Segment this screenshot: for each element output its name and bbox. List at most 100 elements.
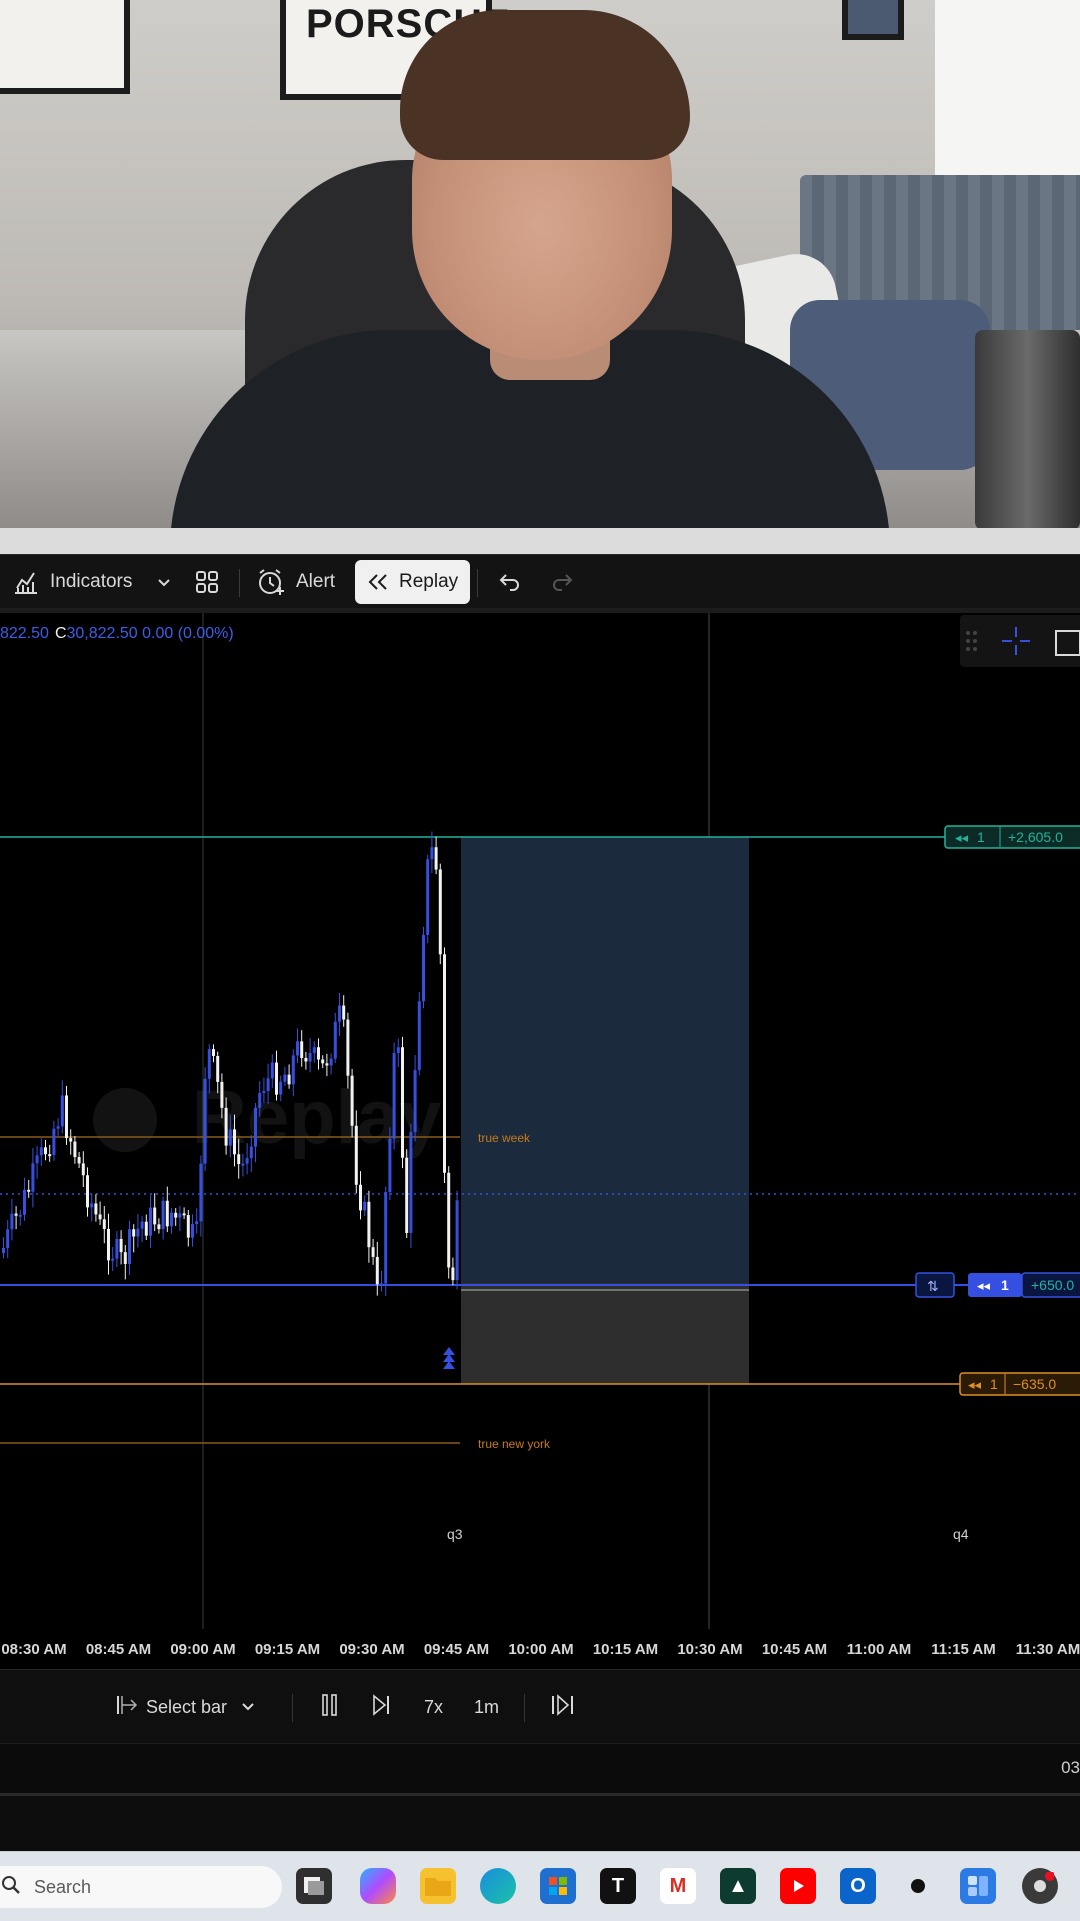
candle-body bbox=[401, 1047, 404, 1158]
rectangle-tool-icon[interactable] bbox=[1052, 627, 1080, 662]
time-axis-label: 09:00 AM bbox=[170, 1641, 236, 1658]
drag-handle-icon[interactable] bbox=[964, 629, 980, 658]
date-readout: 03 bbox=[1061, 1758, 1080, 1777]
speed-button[interactable]: 7x bbox=[424, 1670, 443, 1744]
candle-body bbox=[203, 1078, 207, 1164]
widgets-icon[interactable] bbox=[960, 1868, 996, 1904]
pause-button[interactable] bbox=[320, 1670, 340, 1744]
candle-body bbox=[65, 1095, 68, 1139]
candle-body bbox=[102, 1219, 106, 1229]
chrome-icon[interactable] bbox=[1022, 1868, 1058, 1904]
candle-body bbox=[73, 1141, 77, 1158]
youtube-icon[interactable] bbox=[780, 1868, 816, 1904]
candle-body bbox=[86, 1175, 89, 1208]
folder-icon[interactable] bbox=[420, 1868, 456, 1904]
candle-body bbox=[254, 1107, 257, 1147]
candle-body bbox=[270, 1062, 274, 1079]
indicators-label: Indicators bbox=[50, 571, 133, 592]
price-chart[interactable]: Replay true week true new york q3 q4 ◂◂ … bbox=[0, 613, 1080, 1629]
candle-body bbox=[396, 1047, 400, 1054]
file-explorer-icon[interactable] bbox=[296, 1868, 332, 1904]
typora-icon[interactable]: T bbox=[600, 1868, 636, 1904]
time-axis-label: 08:30 AM bbox=[1, 1641, 67, 1658]
rewind-icon bbox=[367, 572, 389, 592]
obs-icon[interactable] bbox=[900, 1868, 936, 1904]
candle-body bbox=[354, 1125, 358, 1185]
candle-body bbox=[338, 1005, 341, 1022]
candle-body bbox=[426, 859, 430, 935]
candle-body bbox=[98, 1214, 102, 1220]
jump-to-realtime-button[interactable] bbox=[550, 1670, 576, 1744]
candle-body bbox=[27, 1189, 31, 1192]
layouts-button[interactable] bbox=[194, 555, 220, 609]
candle-body bbox=[52, 1128, 56, 1155]
candle-body bbox=[212, 1049, 215, 1056]
store-icon[interactable] bbox=[540, 1868, 576, 1904]
entry-order-label[interactable]: ⇅ ◂◂ 1 +650.0 bbox=[915, 1272, 1080, 1298]
candle-body bbox=[228, 1129, 232, 1146]
ohlc-prefix: 822.50 bbox=[0, 625, 49, 642]
update-interval-button[interactable]: 1m bbox=[474, 1670, 499, 1744]
indicators-dropdown[interactable] bbox=[156, 555, 172, 609]
stop-loss-order-label[interactable]: ◂◂ 1 −635.0 bbox=[959, 1372, 1080, 1396]
candle-body bbox=[140, 1221, 144, 1229]
candle-body bbox=[144, 1221, 148, 1236]
search-placeholder: Search bbox=[34, 1876, 92, 1897]
candle-body bbox=[186, 1215, 190, 1238]
speed-label: 7x bbox=[424, 1696, 444, 1717]
drawing-tools-float bbox=[960, 615, 1080, 667]
candle-body bbox=[434, 847, 438, 870]
lamp bbox=[975, 330, 1080, 528]
candle-body bbox=[216, 1055, 220, 1082]
candle-body bbox=[153, 1207, 157, 1225]
crosshair-icon[interactable] bbox=[1000, 625, 1032, 662]
time-axis-label: 09:15 AM bbox=[254, 1641, 321, 1658]
candle-body bbox=[438, 869, 442, 955]
chevron-down-icon bbox=[156, 574, 172, 590]
candle-body bbox=[132, 1229, 136, 1237]
affinity-icon[interactable]: ▲ bbox=[720, 1868, 756, 1904]
outlook-icon[interactable]: O bbox=[840, 1868, 876, 1904]
time-axis-label: 10:45 AM bbox=[761, 1641, 828, 1658]
copilot-icon[interactable] bbox=[360, 1868, 396, 1904]
rewind-icon: ◂◂ bbox=[968, 1377, 982, 1392]
ohlc-close-value: 30,822.50 0.00 (0.00%) bbox=[66, 625, 234, 642]
candle-body bbox=[350, 1075, 354, 1126]
candle-body bbox=[308, 1052, 312, 1062]
indicators-button[interactable]: Indicators bbox=[12, 555, 132, 609]
candle-body bbox=[220, 1081, 224, 1108]
time-axis[interactable]: 08:30 AM 08:45 AM 09:00 AM 09:15 AM 09:30 AM… bbox=[0, 1629, 1080, 1669]
alert-button[interactable]: Alert bbox=[256, 555, 335, 609]
candle-body bbox=[69, 1138, 73, 1142]
edge-browser-icon[interactable] bbox=[480, 1868, 516, 1904]
candle-body bbox=[237, 1154, 241, 1165]
candle-body bbox=[262, 1091, 266, 1094]
take-profit-order-label[interactable]: ◂◂ 1 +2,605.0 bbox=[944, 825, 1080, 849]
time-axis-label: 11:15 AM bbox=[931, 1641, 996, 1658]
candle-body bbox=[115, 1238, 119, 1259]
wall-picture-right bbox=[842, 0, 904, 40]
chart-canvas[interactable]: Replay true week true new york q3 q4 ◂◂ … bbox=[0, 613, 1080, 1629]
candle-body bbox=[405, 1157, 409, 1233]
rewind-icon: ◂◂ bbox=[977, 1278, 991, 1293]
step-forward-button[interactable] bbox=[370, 1670, 392, 1744]
select-bar-button[interactable]: Select bar bbox=[114, 1670, 255, 1744]
undo-button[interactable] bbox=[498, 555, 522, 609]
select-bar-label: Select bar bbox=[146, 1696, 228, 1717]
taskbar-search[interactable]: Search bbox=[0, 1866, 282, 1908]
candle-body bbox=[233, 1129, 236, 1155]
candle-body bbox=[136, 1228, 140, 1237]
interval-label: 1m bbox=[474, 1696, 500, 1717]
candle-body bbox=[195, 1221, 199, 1225]
replay-button[interactable]: Replay bbox=[355, 560, 471, 604]
candle-body bbox=[392, 1053, 396, 1139]
redo-button[interactable] bbox=[550, 555, 574, 609]
alert-label: Alert bbox=[296, 571, 336, 592]
controls-divider bbox=[524, 1694, 525, 1722]
candle-body bbox=[81, 1163, 85, 1176]
candle-body bbox=[409, 1132, 413, 1233]
gmail-icon[interactable]: M bbox=[660, 1868, 696, 1904]
rewind-icon: ◂◂ bbox=[955, 830, 969, 845]
candle-body bbox=[333, 1021, 337, 1059]
stop-loss-qty: 1 bbox=[990, 1376, 998, 1392]
